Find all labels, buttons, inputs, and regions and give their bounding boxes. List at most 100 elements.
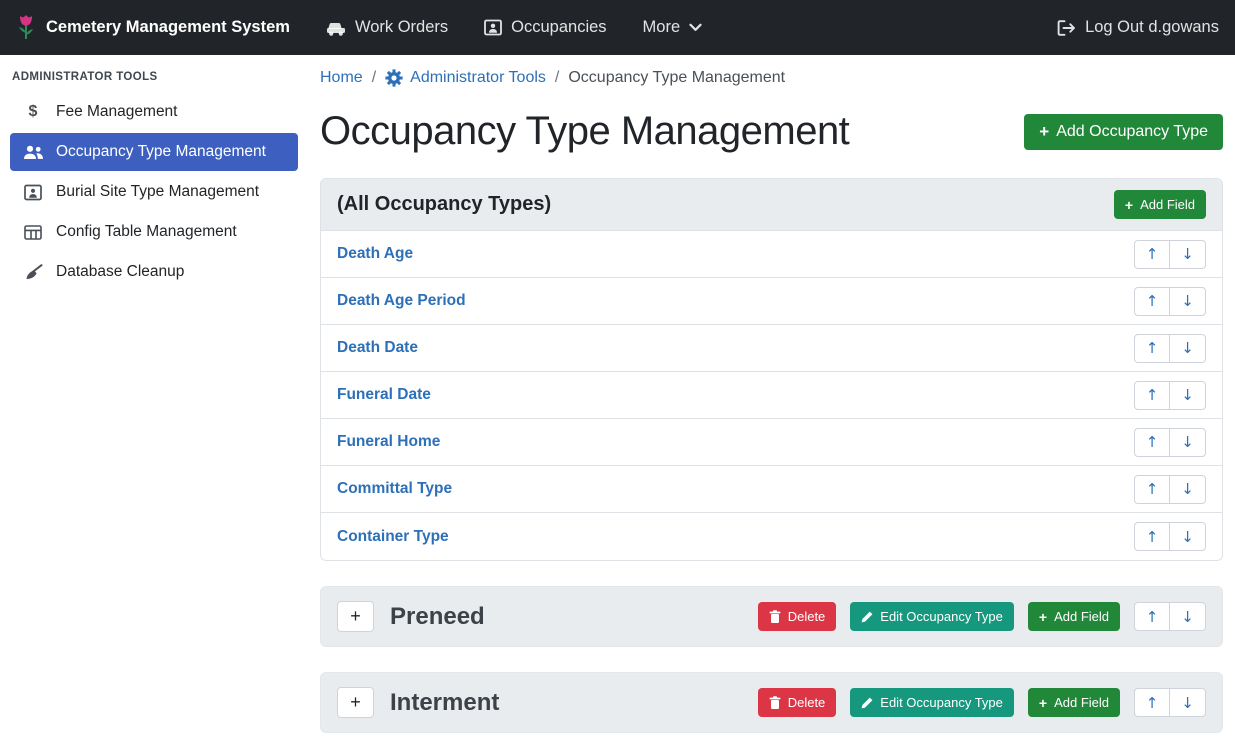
reorder-buttons: ↑ ↓ — [1134, 381, 1206, 410]
move-up-button[interactable]: ↑ — [1134, 688, 1170, 717]
occupancy-type-section-preneed: + Preneed Delete Edit — [320, 586, 1223, 647]
sidebar-item-occupancy-type-management[interactable]: Occupancy Type Management — [10, 133, 298, 171]
tulip-logo-icon — [16, 14, 36, 41]
move-down-button[interactable]: ↓ — [1170, 602, 1206, 631]
trash-icon — [769, 696, 781, 709]
edit-occupancy-type-label: Edit Occupancy Type — [880, 695, 1003, 710]
table-icon — [21, 225, 45, 240]
reorder-buttons: ↑ ↓ — [1134, 428, 1206, 457]
move-down-button[interactable]: ↓ — [1170, 334, 1206, 363]
move-down-button[interactable]: ↓ — [1170, 240, 1206, 269]
broom-icon — [21, 264, 45, 280]
field-row: Death Age Period ↑ ↓ — [321, 278, 1222, 325]
nav-work-orders-label: Work Orders — [355, 18, 448, 37]
add-field-button[interactable]: + Add Field — [1028, 602, 1120, 631]
delete-button[interactable]: Delete — [758, 688, 837, 717]
field-link[interactable]: Container Type — [337, 528, 449, 546]
breadcrumb-home-link[interactable]: Home — [320, 69, 363, 87]
reorder-buttons: ↑ ↓ — [1134, 475, 1206, 504]
top-navbar: Cemetery Management System Work Orders O… — [0, 0, 1235, 55]
field-link[interactable]: Funeral Date — [337, 386, 431, 404]
nav-occupancies[interactable]: Occupancies — [484, 18, 606, 37]
field-link[interactable]: Death Age — [337, 245, 413, 263]
breadcrumb-admin-tools-link[interactable]: Administrator Tools — [385, 69, 546, 87]
logout-icon — [1057, 20, 1076, 36]
delete-button[interactable]: Delete — [758, 602, 837, 631]
breadcrumb-separator: / — [555, 69, 559, 87]
trash-icon — [769, 610, 781, 623]
sidebar-item-database-cleanup[interactable]: Database Cleanup — [10, 253, 298, 291]
field-row: Container Type ↑ ↓ — [321, 513, 1222, 560]
move-down-button[interactable]: ↓ — [1170, 688, 1206, 717]
page-title: Occupancy Type Management — [320, 109, 849, 154]
field-link[interactable]: Death Date — [337, 339, 418, 357]
sidebar-item-burial-site-type-management[interactable]: Burial Site Type Management — [10, 173, 298, 211]
app-brand[interactable]: Cemetery Management System — [16, 14, 290, 41]
app-title: Cemetery Management System — [46, 18, 290, 37]
nav-more[interactable]: More — [643, 18, 703, 37]
move-down-button[interactable]: ↓ — [1170, 428, 1206, 457]
add-field-button[interactable]: + Add Field — [1114, 190, 1206, 219]
plus-icon: + — [1125, 198, 1133, 212]
move-up-button[interactable]: ↑ — [1134, 287, 1170, 316]
expand-button[interactable]: + — [337, 687, 374, 718]
users-icon — [21, 145, 45, 160]
chevron-down-icon — [689, 23, 702, 32]
expand-button[interactable]: + — [337, 601, 374, 632]
card-title: (All Occupancy Types) — [337, 193, 551, 216]
occupancy-frame-icon — [484, 19, 502, 36]
move-up-button[interactable]: ↑ — [1134, 381, 1170, 410]
card-header: (All Occupancy Types) + Add Field — [321, 179, 1222, 231]
sidebar-item-label: Burial Site Type Management — [56, 183, 259, 201]
logout-label: Log Out d.gowans — [1085, 18, 1219, 37]
move-down-button[interactable]: ↓ — [1170, 381, 1206, 410]
move-up-button[interactable]: ↑ — [1134, 522, 1170, 551]
pencil-icon — [861, 611, 873, 623]
pencil-icon — [861, 697, 873, 709]
add-occupancy-type-button[interactable]: + Add Occupancy Type — [1024, 114, 1223, 150]
plus-icon: + — [1039, 610, 1047, 624]
move-down-button[interactable]: ↓ — [1170, 475, 1206, 504]
reorder-buttons: ↑ ↓ — [1134, 688, 1206, 717]
move-up-button[interactable]: ↑ — [1134, 602, 1170, 631]
dollar-icon: $ — [21, 103, 45, 121]
breadcrumb-home-label: Home — [320, 69, 363, 87]
plus-icon: + — [1039, 696, 1047, 710]
edit-occupancy-type-button[interactable]: Edit Occupancy Type — [850, 602, 1014, 631]
nav-occupancies-label: Occupancies — [511, 18, 606, 37]
add-field-label: Add Field — [1054, 695, 1109, 710]
move-up-button[interactable]: ↑ — [1134, 334, 1170, 363]
move-down-button[interactable]: ↓ — [1170, 522, 1206, 551]
field-row: Committal Type ↑ ↓ — [321, 466, 1222, 513]
section-title: Preneed — [390, 603, 485, 631]
sidebar-item-label: Fee Management — [56, 103, 178, 121]
breadcrumb-admin-tools-label: Administrator Tools — [410, 69, 546, 87]
move-down-button[interactable]: ↓ — [1170, 287, 1206, 316]
move-up-button[interactable]: ↑ — [1134, 240, 1170, 269]
move-up-button[interactable]: ↑ — [1134, 428, 1170, 457]
move-up-button[interactable]: ↑ — [1134, 475, 1170, 504]
field-link[interactable]: Committal Type — [337, 480, 452, 498]
reorder-buttons: ↑ ↓ — [1134, 334, 1206, 363]
add-field-label: Add Field — [1140, 197, 1195, 212]
sidebar-item-label: Database Cleanup — [56, 263, 184, 281]
sidebar-item-fee-management[interactable]: $ Fee Management — [10, 93, 298, 131]
burial-site-icon — [21, 184, 45, 201]
edit-occupancy-type-label: Edit Occupancy Type — [880, 609, 1003, 624]
add-field-label: Add Field — [1054, 609, 1109, 624]
gear-icon — [385, 69, 403, 87]
field-link[interactable]: Funeral Home — [337, 433, 440, 451]
nav-work-orders[interactable]: Work Orders — [326, 18, 448, 37]
edit-occupancy-type-button[interactable]: Edit Occupancy Type — [850, 688, 1014, 717]
add-field-button[interactable]: + Add Field — [1028, 688, 1120, 717]
sidebar: ADMINISTRATOR TOOLS $ Fee Management Occ… — [0, 55, 308, 738]
breadcrumb-separator: / — [372, 69, 376, 87]
sidebar-item-label: Config Table Management — [56, 223, 237, 241]
plus-icon: + — [1039, 123, 1049, 140]
field-link[interactable]: Death Age Period — [337, 292, 466, 310]
section-actions: Delete Edit Occupancy Type + Add Field ↑… — [758, 688, 1206, 717]
truck-icon — [326, 20, 346, 36]
sidebar-item-config-table-management[interactable]: Config Table Management — [10, 213, 298, 251]
section-actions: Delete Edit Occupancy Type + Add Field ↑… — [758, 602, 1206, 631]
logout-button[interactable]: Log Out d.gowans — [1057, 18, 1219, 37]
